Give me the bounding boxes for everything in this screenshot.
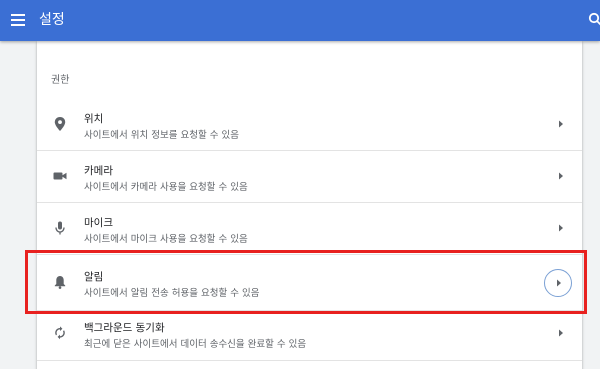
permission-description: 최근에 닫은 사이트에서 데이터 송수신을 완료할 수 있음	[84, 339, 307, 350]
permission-label: 알림	[84, 271, 104, 283]
search-button[interactable]	[588, 11, 600, 29]
permission-row-camera[interactable]: 카메라 사이트에서 카메라 사용을 요청할 수 있음	[37, 151, 582, 204]
settings-card: 권한 위치 사이트에서 위치 정보를 요청할 수 있음 카메라 사이트에서 카메…	[37, 41, 582, 369]
permission-description: 사이트에서 마이크 사용을 요청할 수 있음	[84, 234, 248, 245]
permission-row-background-sync[interactable]: 백그라운드 동기화 최근에 닫은 사이트에서 데이터 송수신을 완료할 수 있음	[37, 308, 582, 361]
search-icon	[588, 12, 600, 26]
bell-icon	[54, 276, 66, 289]
camera-icon	[53, 172, 67, 180]
microphone-icon	[55, 221, 65, 235]
chevron-right-icon	[559, 224, 563, 232]
menu-button[interactable]	[11, 11, 27, 29]
sync-icon	[55, 326, 65, 340]
location-pin-icon	[54, 117, 66, 131]
permission-label: 마이크	[84, 217, 113, 229]
hamburger-icon	[11, 14, 25, 16]
permission-description: 사이트에서 카메라 사용을 요청할 수 있음	[84, 182, 248, 193]
chevron-right-icon	[557, 279, 561, 287]
permission-row-location[interactable]: 위치 사이트에서 위치 정보를 요청할 수 있음	[37, 99, 582, 152]
divider	[37, 254, 582, 255]
row-arrow-button[interactable]	[544, 269, 572, 297]
permission-label: 백그라운드 동기화	[84, 322, 165, 334]
permission-label: 카메라	[84, 165, 113, 177]
top-app-bar: 설정	[0, 0, 600, 41]
chevron-right-icon	[559, 172, 563, 180]
permission-description: 사이트에서 위치 정보를 요청할 수 있음	[84, 130, 239, 141]
permission-description: 사이트에서 알림 전송 허용을 요청할 수 있음	[84, 288, 260, 299]
section-header: 권한	[51, 75, 70, 86]
permission-row-microphone[interactable]: 마이크 사이트에서 마이크 사용을 요청할 수 있음	[37, 203, 582, 256]
chevron-right-icon	[559, 329, 563, 337]
permission-label: 위치	[84, 113, 104, 125]
page-title: 설정	[39, 12, 65, 28]
permission-row-notifications[interactable]: 알림 사이트에서 알림 전송 허용을 요청할 수 있음	[37, 257, 582, 310]
chevron-right-icon	[559, 120, 563, 128]
divider	[37, 360, 582, 361]
